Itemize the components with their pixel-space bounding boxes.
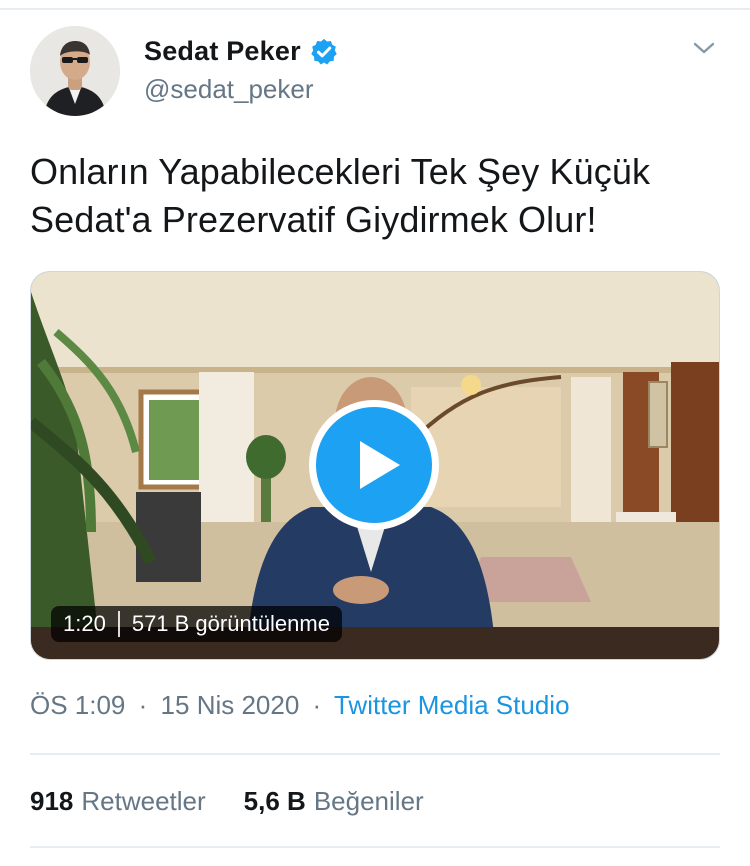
- play-icon: [360, 441, 400, 489]
- tweet-date[interactable]: 15 Nis 2020: [161, 690, 300, 720]
- tweet-source-link[interactable]: Twitter Media Studio: [334, 690, 570, 720]
- play-button[interactable]: [309, 400, 439, 530]
- tweet-header: Sedat Peker @sedat_peker: [30, 26, 720, 116]
- meta-separator: ·: [138, 690, 148, 720]
- tweet-time[interactable]: ÖS 1:09: [30, 690, 125, 720]
- display-name[interactable]: Sedat Peker: [144, 36, 301, 67]
- likes-count: 5,6 B: [243, 786, 306, 816]
- chevron-down-icon[interactable]: [690, 34, 718, 62]
- video-duration: 1:20: [63, 611, 106, 636]
- video-view-count: 571 B görüntülenme: [131, 611, 330, 636]
- video-info-badge: 1:20 571 B görüntülenme: [51, 606, 342, 642]
- tweet-metadata: ÖS 1:09 · 15 Nis 2020 · Twitter Media St…: [30, 690, 570, 721]
- likes-label: Beğeniler: [313, 786, 424, 816]
- video-player[interactable]: 1:20 571 B görüntülenme: [30, 271, 720, 660]
- badge-separator: [117, 611, 120, 637]
- retweets-count: 918: [30, 786, 74, 816]
- user-handle[interactable]: @sedat_peker: [144, 74, 314, 105]
- tweet-text: Onların Yapabilecekleri Tek Şey Küçük Se…: [30, 151, 651, 240]
- avatar-image: [30, 26, 120, 116]
- verified-badge-icon: [309, 37, 339, 67]
- avatar[interactable]: [30, 26, 120, 116]
- retweets-stat[interactable]: 918 Retweetler: [30, 786, 206, 817]
- retweets-label: Retweetler: [81, 786, 206, 816]
- divider: [30, 846, 720, 848]
- tweet-stats: 918 Retweetler 5,6 B Beğeniler: [30, 786, 462, 817]
- name-row: Sedat Peker: [144, 36, 339, 67]
- divider: [30, 753, 720, 755]
- top-divider: [0, 8, 750, 10]
- meta-separator: ·: [312, 690, 322, 720]
- likes-stat[interactable]: 5,6 B Beğeniler: [244, 786, 424, 817]
